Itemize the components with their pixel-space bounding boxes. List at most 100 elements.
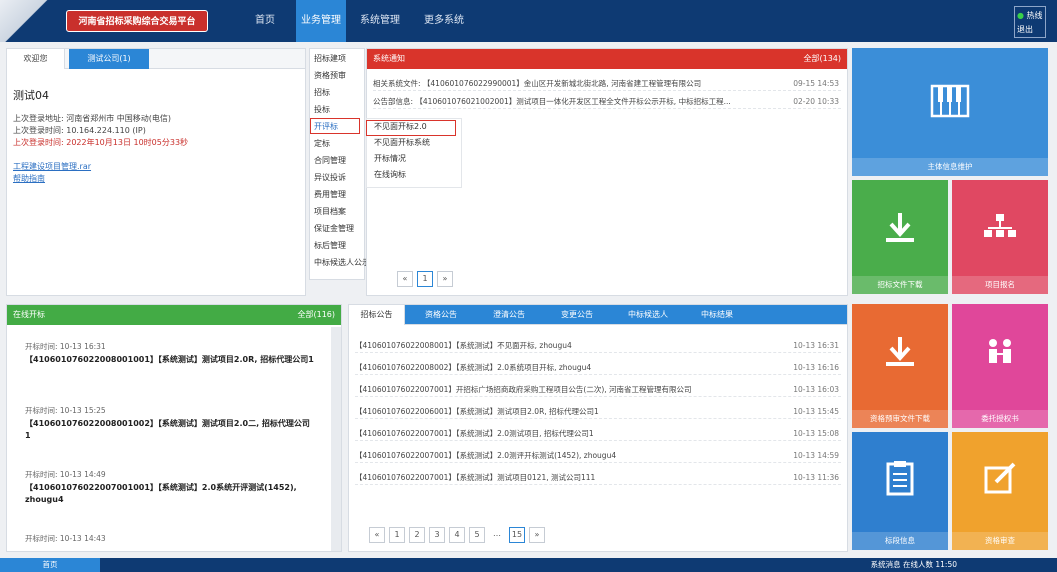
login-location: 上次登录地址: 河南省郑州市 中国移动(电信) bbox=[13, 114, 172, 123]
bid-row[interactable]: 【410601076022008001】【系统测试】不见面开标, zhougu4… bbox=[355, 339, 841, 353]
menu-item-12[interactable]: 标后管理 bbox=[314, 240, 346, 251]
pager-prev[interactable]: « bbox=[369, 527, 385, 543]
tile-label: 项目报名 bbox=[952, 276, 1048, 294]
pager-page[interactable]: 1 bbox=[417, 271, 433, 287]
tab-clarify-notice[interactable]: 澄清公告 bbox=[479, 305, 539, 325]
menu-item-11[interactable]: 保证金管理 bbox=[314, 223, 354, 234]
tile-label: 资格审查 bbox=[952, 532, 1048, 550]
todo-item[interactable]: 开标时间: 10-13 14:43 bbox=[25, 533, 315, 544]
notice-row[interactable]: 相关系统文件: 【410601076022990001】金山区开发新城北街北路,… bbox=[373, 77, 841, 91]
todo-item[interactable]: 开标时间: 10-13 16:31 【410601076022008001001… bbox=[25, 341, 315, 366]
download-icon bbox=[852, 210, 948, 255]
pager-next[interactable]: » bbox=[529, 527, 545, 543]
bid-row[interactable]: 【410601076022007001】开招标广场招商政府采购工程项目公告(二次… bbox=[355, 383, 841, 397]
bid-row[interactable]: 【410601076022007001】【系统测试】测试项目0121, 测试公司… bbox=[355, 471, 841, 485]
edit-icon bbox=[952, 460, 1048, 505]
login-ip: 上次登录时间: 10.164.224.110 (IP) bbox=[13, 126, 146, 135]
pager-page[interactable]: 4 bbox=[449, 527, 465, 543]
brand-logo[interactable]: 河南省招标采购综合交易平台 bbox=[66, 10, 208, 32]
tile-download-prequal[interactable]: 资格预审文件下载 bbox=[852, 304, 948, 428]
todo-more-link[interactable]: 全部(116) bbox=[297, 305, 335, 325]
welcome-panel: 欢迎您 测试公司(1) 测试04 上次登录地址: 河南省郑州市 中国移动(电信)… bbox=[6, 48, 306, 296]
bid-row[interactable]: 【410601076022006001】【系统测试】测试项目2.0R, 招标代理… bbox=[355, 405, 841, 419]
notice-pager: « 1 » bbox=[397, 271, 453, 287]
nav-home[interactable]: 首页 bbox=[240, 0, 290, 42]
tile-label: 主体信息维护 bbox=[852, 158, 1048, 176]
tab-candidates[interactable]: 中标候选人 bbox=[615, 305, 681, 325]
tab-welcome[interactable]: 欢迎您 bbox=[7, 49, 65, 69]
download-icon bbox=[852, 334, 948, 379]
bid-row[interactable]: 【410601076022008002】【系统测试】2.0系统项目开标, zho… bbox=[355, 361, 841, 375]
menu-item-6[interactable]: 定标 bbox=[314, 138, 330, 149]
menu-item-4[interactable]: 投标 bbox=[314, 104, 330, 115]
people-icon bbox=[952, 334, 1048, 379]
menu-item-9[interactable]: 费用管理 bbox=[314, 189, 346, 200]
menu-item-8[interactable]: 异议投诉 bbox=[314, 172, 346, 183]
notice-row[interactable]: 公告部信息: 【410601076021002001】测试项目一体化开发区工程全… bbox=[373, 95, 841, 109]
org-icon bbox=[952, 210, 1048, 255]
menu-item-7[interactable]: 合同管理 bbox=[314, 155, 346, 166]
status-right: 系统消息 在线人数 11:50 bbox=[870, 560, 957, 569]
bid-panel: 招标公告 资格公告 澄清公告 变更公告 中标候选人 中标结果 【41060107… bbox=[348, 304, 848, 552]
pager-current[interactable]: 15 bbox=[509, 527, 525, 543]
doc-icon bbox=[852, 460, 948, 505]
menu-highlight-box bbox=[310, 118, 360, 134]
pager-prev[interactable]: « bbox=[397, 271, 413, 287]
tile-label: 招标文件下载 bbox=[852, 276, 948, 294]
tile-subject-info[interactable]: 主体信息维护 bbox=[852, 48, 1048, 176]
menu-item-13[interactable]: 中标候选人公示 bbox=[314, 257, 370, 268]
logo-graphic bbox=[0, 0, 62, 42]
tab-qual-notice[interactable]: 资格公告 bbox=[411, 305, 471, 325]
pager-page[interactable]: 5 bbox=[469, 527, 485, 543]
bid-tab-bar: 招标公告 资格公告 澄清公告 变更公告 中标候选人 中标结果 bbox=[349, 305, 847, 325]
download-link[interactable]: 工程建设项目管理.rar bbox=[13, 161, 91, 172]
nav-system[interactable]: 系统管理 bbox=[352, 0, 408, 42]
todo-item[interactable]: 开标时间: 10-13 14:49 【410601076022007001001… bbox=[25, 469, 315, 506]
tile-download-bid[interactable]: 招标文件下载 bbox=[852, 180, 948, 294]
status-bar: 首页 系统消息 在线人数 11:50 bbox=[0, 558, 1057, 572]
submenu-item-3[interactable]: 开标情况 bbox=[368, 152, 458, 166]
todo-header: 在线开标 全部(116) bbox=[7, 305, 341, 325]
menu-item-3[interactable]: 招标 bbox=[314, 87, 330, 98]
menu-item-2[interactable]: 资格预审 bbox=[314, 70, 346, 81]
start-button[interactable]: 首页 bbox=[0, 558, 100, 572]
notice-more-link[interactable]: 全部(134) bbox=[803, 49, 841, 69]
bid-pager: « 1 2 3 4 5 … 15 » bbox=[369, 527, 545, 543]
bid-row[interactable]: 【410601076022007001】【系统测试】2.0测评开标测试(1452… bbox=[355, 449, 841, 463]
help-link[interactable]: 帮助指南 bbox=[13, 173, 45, 184]
todo-scrollbar[interactable] bbox=[331, 327, 341, 551]
tab-company[interactable]: 测试公司(1) bbox=[69, 49, 149, 69]
menu-item-1[interactable]: 招标建项 bbox=[314, 53, 346, 64]
todo-item[interactable]: 开标时间: 10-13 15:25 【410601076022008001002… bbox=[25, 405, 315, 442]
todo-panel: 在线开标 全部(116) 开标时间: 10-13 16:31 【41060107… bbox=[6, 304, 342, 552]
menu-item-10[interactable]: 项目档案 bbox=[314, 206, 346, 217]
tile-label: 标段信息 bbox=[852, 532, 948, 550]
submenu-highlight-box bbox=[366, 120, 456, 136]
logout-link[interactable]: 退出 bbox=[1017, 23, 1043, 37]
pager-ellipsis: … bbox=[493, 529, 501, 538]
tile-authorization[interactable]: 委托授权书 bbox=[952, 304, 1048, 428]
welcome-tab-bar: 欢迎您 测试公司(1) bbox=[7, 49, 305, 69]
user-box[interactable]: ● 热线 退出 bbox=[1014, 6, 1046, 38]
tile-label: 委托授权书 bbox=[952, 410, 1048, 428]
business-menu: 招标建项 资格预审 招标 投标 开评标 定标 合同管理 异议投诉 费用管理 项目… bbox=[309, 48, 370, 280]
tile-qual-review[interactable]: 资格审查 bbox=[952, 432, 1048, 550]
user-status: ● 热线 bbox=[1017, 11, 1043, 20]
submenu-item-4[interactable]: 在线询标 bbox=[368, 168, 458, 182]
pager-page[interactable]: 1 bbox=[389, 527, 405, 543]
pager-next[interactable]: » bbox=[437, 271, 453, 287]
tab-bid-notice[interactable]: 招标公告 bbox=[349, 305, 405, 325]
nav-business[interactable]: 业务管理 bbox=[296, 0, 346, 42]
tile-register[interactable]: 项目报名 bbox=[952, 180, 1048, 294]
bid-row[interactable]: 【410601076022007001】【系统测试】2.0测试项目, 招标代理公… bbox=[355, 427, 841, 441]
nav-more[interactable]: 更多系统 bbox=[414, 0, 474, 42]
tab-change-notice[interactable]: 变更公告 bbox=[547, 305, 607, 325]
user-title: 测试04 bbox=[13, 89, 49, 102]
tile-section-info[interactable]: 标段信息 bbox=[852, 432, 948, 550]
tab-results[interactable]: 中标结果 bbox=[687, 305, 747, 325]
pager-page[interactable]: 2 bbox=[409, 527, 425, 543]
pager-page[interactable]: 3 bbox=[429, 527, 445, 543]
submenu-item-2[interactable]: 不见面开标系统 bbox=[368, 136, 458, 150]
login-time: 上次登录时间: 2022年10月13日 10时05分33秒 bbox=[13, 138, 189, 147]
notice-title: 系统通知 bbox=[373, 54, 405, 63]
